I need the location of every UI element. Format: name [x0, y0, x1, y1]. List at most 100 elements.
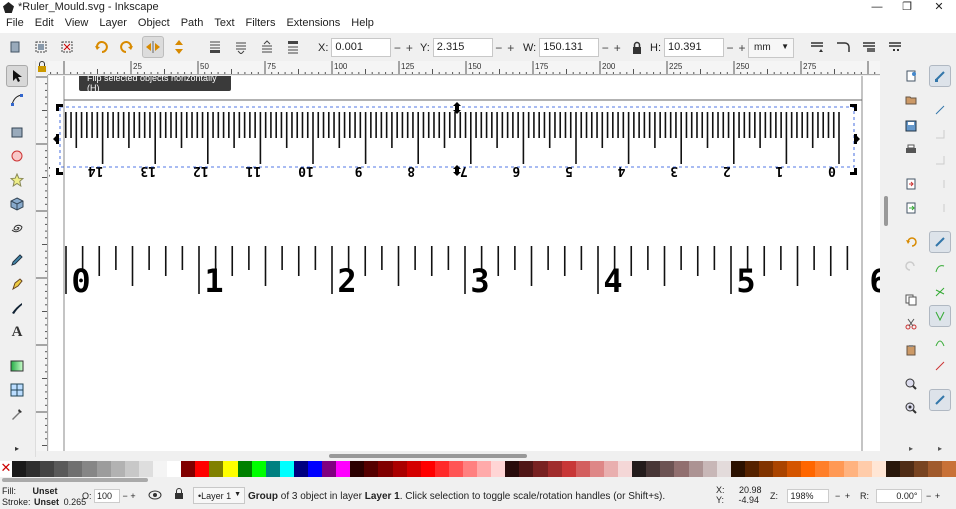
color-swatch[interactable]	[223, 461, 238, 477]
color-swatch[interactable]	[54, 461, 69, 477]
menu-text[interactable]: Text	[208, 15, 239, 29]
color-swatch[interactable]	[491, 461, 506, 477]
snap-midpoints-icon[interactable]	[929, 355, 951, 377]
color-swatch[interactable]	[730, 461, 745, 477]
snap-bbox-corner-icon[interactable]	[929, 149, 951, 171]
undo-icon[interactable]	[900, 231, 922, 253]
rotate-decrement-button[interactable]: −	[926, 491, 931, 501]
color-swatch[interactable]	[857, 461, 872, 477]
opacity-decrement-button[interactable]: −	[123, 491, 128, 501]
toggle-visibility-icon[interactable]	[148, 489, 162, 503]
handle-bottom-right[interactable]	[850, 168, 857, 175]
copy-icon[interactable]	[900, 289, 922, 311]
color-swatch[interactable]	[209, 461, 224, 477]
selector-tool-icon[interactable]	[6, 65, 28, 87]
new-document-icon[interactable]	[900, 65, 922, 87]
menu-extensions[interactable]: Extensions	[280, 15, 345, 29]
color-swatch[interactable]	[82, 461, 97, 477]
handle-middle-right[interactable]	[854, 134, 860, 144]
height-increment-button[interactable]: +	[736, 41, 748, 55]
snap-centers-icon[interactable]	[929, 389, 951, 411]
minimize-button[interactable]: —	[862, 0, 892, 15]
color-swatch[interactable]	[603, 461, 619, 477]
color-swatch[interactable]	[547, 461, 562, 477]
rotate-input[interactable]: 0.00°	[875, 489, 922, 503]
handle-bottom-left[interactable]	[56, 168, 63, 175]
mesh-tool-icon[interactable]	[6, 379, 28, 401]
guide-lock-icon[interactable]	[36, 61, 48, 75]
lock-ratio-icon[interactable]	[626, 37, 648, 59]
commands-overflow-icon[interactable]: ▸	[900, 437, 922, 459]
3d-box-tool-icon[interactable]	[6, 193, 28, 215]
color-swatch[interactable]	[12, 461, 27, 477]
snap-bbox-edge-icon[interactable]	[929, 123, 951, 145]
color-swatch[interactable]	[40, 461, 55, 477]
vertical-scroll-thumb[interactable]	[884, 196, 888, 226]
zoom-drawing-icon[interactable]	[900, 373, 922, 395]
color-swatch[interactable]	[871, 461, 886, 477]
zoom-input[interactable]: 198%	[786, 489, 829, 503]
layer-select[interactable]: •Layer 1 ▼	[193, 487, 245, 504]
menu-help[interactable]: Help	[345, 15, 379, 29]
snap-nodes-icon[interactable]	[929, 231, 951, 253]
color-swatch[interactable]	[322, 461, 337, 477]
color-swatch[interactable]	[26, 461, 41, 477]
rectangle-tool-icon[interactable]	[6, 121, 28, 143]
open-icon[interactable]	[900, 89, 922, 111]
paste-icon[interactable]	[900, 339, 922, 361]
flip-horizontal-icon[interactable]	[142, 36, 164, 58]
lower-icon[interactable]	[230, 36, 252, 58]
redo-icon[interactable]	[900, 255, 922, 277]
star-tool-icon[interactable]	[6, 169, 28, 191]
color-swatch[interactable]	[632, 461, 647, 477]
snap-cusp-icon[interactable]	[929, 305, 951, 327]
handle-top-left[interactable]	[56, 104, 63, 111]
menu-layer[interactable]: Layer	[93, 15, 132, 29]
fill-indicator[interactable]: Fill: Unset	[2, 486, 58, 496]
color-swatch[interactable]	[152, 461, 168, 477]
pen-tool-icon[interactable]	[6, 273, 28, 295]
color-swatch[interactable]	[307, 461, 323, 477]
height-input[interactable]: 10.391	[664, 38, 724, 57]
spiral-tool-icon[interactable]	[6, 217, 28, 239]
cut-icon[interactable]	[900, 313, 922, 335]
color-swatch[interactable]	[406, 461, 421, 477]
raise-icon[interactable]	[256, 36, 278, 58]
print-icon[interactable]	[900, 139, 922, 161]
toggle-lock-icon[interactable]	[174, 488, 184, 502]
color-swatch[interactable]	[265, 461, 280, 477]
color-swatch[interactable]	[618, 461, 633, 477]
select-all-in-all-layers-icon[interactable]	[30, 36, 52, 58]
color-swatch[interactable]	[660, 461, 675, 477]
color-swatch[interactable]	[533, 461, 548, 477]
color-swatch[interactable]	[674, 461, 689, 477]
scale-radii-icon[interactable]	[832, 36, 854, 58]
rotate-cw-icon[interactable]	[116, 36, 138, 58]
color-swatch[interactable]	[181, 461, 196, 477]
x-input[interactable]: 0.001	[331, 38, 392, 57]
snap-toggle-icon[interactable]	[929, 65, 951, 87]
color-swatch[interactable]	[364, 461, 379, 477]
x-increment-button[interactable]: +	[403, 41, 415, 55]
color-swatch[interactable]	[815, 461, 830, 477]
pencil-tool-icon[interactable]	[6, 249, 28, 271]
zoom-decrement-button[interactable]: −	[835, 491, 840, 501]
rotate-increment-button[interactable]: +	[935, 491, 940, 501]
color-swatch[interactable]	[434, 461, 449, 477]
color-swatch[interactable]	[716, 461, 731, 477]
x-decrement-button[interactable]: −	[391, 41, 403, 55]
color-swatch[interactable]	[829, 461, 844, 477]
color-swatch[interactable]	[378, 461, 393, 477]
snap-overflow-icon[interactable]: ▸	[929, 437, 951, 459]
color-swatch[interactable]	[251, 461, 266, 477]
color-swatch[interactable]	[773, 461, 788, 477]
rotate-ccw-icon[interactable]	[90, 36, 112, 58]
menu-path[interactable]: Path	[175, 15, 209, 29]
save-icon[interactable]	[900, 115, 922, 137]
palette-scroll-thumb[interactable]	[2, 478, 148, 482]
units-select[interactable]: mm ▼	[748, 38, 794, 58]
color-swatch[interactable]	[899, 461, 914, 477]
scale-stroke-icon[interactable]	[806, 36, 828, 58]
width-decrement-button[interactable]: −	[599, 41, 611, 55]
gradient-tool-icon[interactable]	[6, 355, 28, 377]
